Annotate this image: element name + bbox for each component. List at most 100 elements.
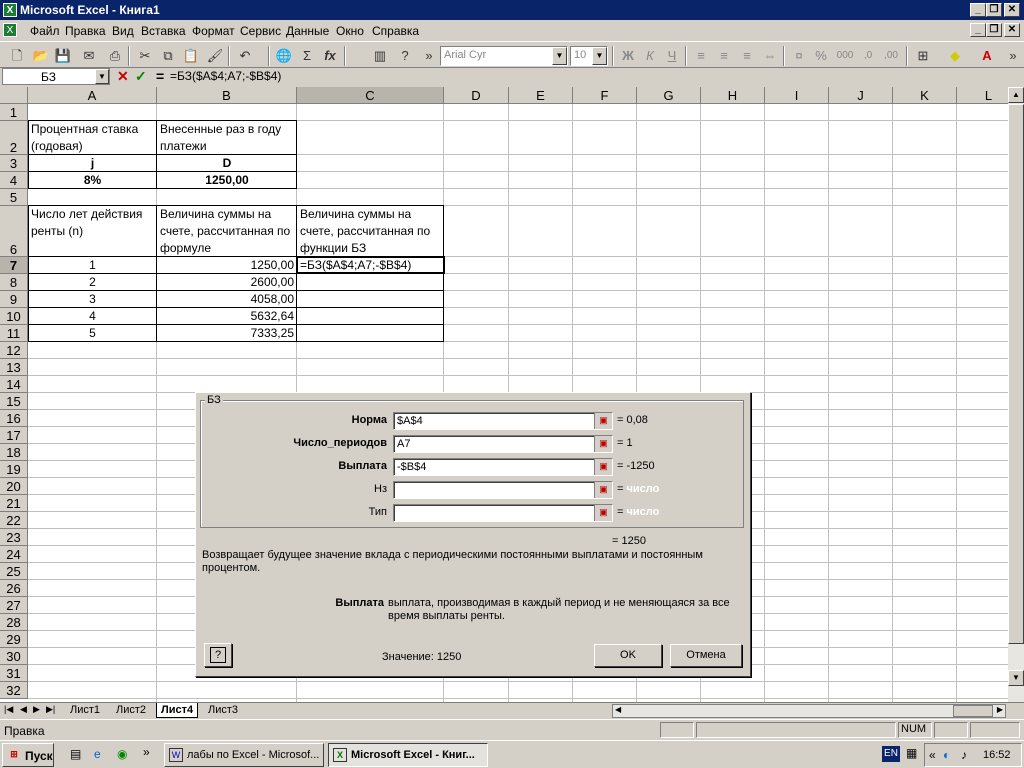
start-button[interactable]: ⊞ Пуск xyxy=(2,743,54,767)
align-center-icon[interactable]: ≡ xyxy=(713,45,735,67)
collapse-dialog-icon[interactable]: ▣ xyxy=(594,413,612,429)
collapse-dialog-icon[interactable]: ▣ xyxy=(594,459,612,475)
cut-icon[interactable]: ✂ xyxy=(134,45,156,67)
scroll-left-icon[interactable]: ◀ xyxy=(615,705,621,714)
restore-button[interactable]: ❐ xyxy=(986,3,1002,17)
network-icon[interactable]: ◐ xyxy=(943,748,950,762)
help-button[interactable]: ? xyxy=(204,643,232,667)
cell-b8[interactable]: 2600,00 xyxy=(158,274,296,290)
row-header[interactable]: 28 xyxy=(0,614,28,631)
row-header[interactable]: 5 xyxy=(0,189,28,206)
sheet-tab[interactable]: Лист2 xyxy=(112,703,150,717)
toolbar-overflow-icon[interactable]: » xyxy=(418,45,440,67)
scroll-down-icon[interactable]: ▼ xyxy=(1008,670,1024,686)
cell-a3[interactable]: j xyxy=(29,155,156,171)
edit-formula-equals[interactable]: = xyxy=(156,68,164,84)
new-icon[interactable]: 🗋 xyxy=(6,45,28,67)
row-header[interactable]: 31 xyxy=(0,665,28,682)
scroll-right-icon[interactable]: ▶ xyxy=(997,705,1003,714)
excel-app-icon[interactable]: X xyxy=(3,3,17,17)
cancel-button[interactable]: Отмена xyxy=(670,644,742,667)
cell-b2[interactable]: Внесенные раз в году платежи xyxy=(158,121,296,154)
align-left-icon[interactable]: ≡ xyxy=(690,45,712,67)
cell-a6[interactable]: Число лет действия ренты (n) xyxy=(29,206,156,256)
row-header[interactable]: 6 xyxy=(0,206,28,257)
borders-icon[interactable]: ⊞ xyxy=(912,45,934,67)
sheet-tab[interactable]: Лист1 xyxy=(66,703,104,717)
menu-view[interactable]: Вид xyxy=(112,24,134,38)
cell-a7[interactable]: 1 xyxy=(29,257,156,273)
percent-icon[interactable]: % xyxy=(810,45,832,67)
column-header[interactable]: K xyxy=(893,87,957,104)
autosum-icon[interactable]: Σ xyxy=(296,45,318,67)
menu-tools[interactable]: Сервис xyxy=(240,24,281,38)
horizontal-scrollbar[interactable]: ◀ ▶ xyxy=(612,704,1006,718)
open-icon[interactable]: 📂 xyxy=(30,45,52,67)
row-header[interactable]: 16 xyxy=(0,410,28,427)
row-header[interactable]: 32 xyxy=(0,682,28,699)
bold-icon[interactable]: Ж xyxy=(617,45,639,67)
copy-icon[interactable]: ⧉ xyxy=(157,45,179,67)
cell-b4[interactable]: 1250,00 xyxy=(158,172,296,188)
toolbar-overflow-icon[interactable]: » xyxy=(1002,45,1024,67)
help-icon[interactable]: ? xyxy=(394,45,416,67)
row-header[interactable]: 27 xyxy=(0,597,28,614)
menu-data[interactable]: Данные xyxy=(286,24,329,38)
desktop-icon[interactable]: ▤ xyxy=(70,747,81,761)
decrease-decimal-icon[interactable]: ,00 xyxy=(880,45,902,67)
column-header[interactable]: E xyxy=(509,87,573,104)
chevron-down-icon[interactable]: ▼ xyxy=(592,47,607,65)
row-header[interactable]: 8 xyxy=(0,274,28,291)
chart-wizard-icon[interactable]: ▥ xyxy=(369,45,391,67)
column-header[interactable]: B xyxy=(157,87,297,104)
arg-input-rate[interactable]: $A$4 ▣ xyxy=(393,412,613,430)
row-header[interactable]: 3 xyxy=(0,155,28,172)
email-icon[interactable]: ✉ xyxy=(78,45,100,67)
column-header[interactable]: C xyxy=(297,87,444,104)
format-painter-icon[interactable]: 🖌 xyxy=(204,45,226,67)
row-header[interactable]: 9 xyxy=(0,291,28,308)
print-icon[interactable]: ⎙ xyxy=(104,45,126,67)
close-button[interactable]: ✕ xyxy=(1004,3,1020,17)
row-header[interactable]: 10 xyxy=(0,308,28,325)
cell-b7[interactable]: 1250,00 xyxy=(158,257,296,273)
row-header[interactable]: 11 xyxy=(0,325,28,342)
column-header[interactable]: A xyxy=(28,87,157,104)
italic-icon[interactable]: К xyxy=(639,45,661,67)
collapse-dialog-icon[interactable]: ▣ xyxy=(594,436,612,452)
cell-a4[interactable]: 8% xyxy=(29,172,156,188)
save-icon[interactable]: 💾 xyxy=(52,45,74,67)
menu-insert[interactable]: Вставка xyxy=(141,24,186,38)
chevron-down-icon[interactable]: ▼ xyxy=(552,47,567,65)
arg-input-nper[interactable]: A7 ▣ xyxy=(393,435,613,453)
menu-help[interactable]: Справка xyxy=(372,24,419,38)
fill-color-icon[interactable]: ◆ xyxy=(944,45,966,67)
arg-input-pv[interactable]: ▣ xyxy=(393,481,613,499)
row-header[interactable]: 30 xyxy=(0,648,28,665)
select-all-corner[interactable] xyxy=(0,87,28,104)
doc-restore-button[interactable]: ❐ xyxy=(986,23,1002,37)
row-header[interactable]: 1 xyxy=(0,104,28,121)
row-header[interactable]: 21 xyxy=(0,495,28,512)
first-sheet-icon[interactable]: |◀ xyxy=(4,704,13,715)
row-header[interactable]: 7 xyxy=(0,257,28,274)
cell-b3[interactable]: D xyxy=(158,155,296,171)
column-header[interactable]: F xyxy=(573,87,637,104)
task-excel[interactable]: X Microsoft Excel - Книг... xyxy=(328,743,488,767)
row-header[interactable]: 22 xyxy=(0,512,28,529)
thousands-icon[interactable]: 000 xyxy=(834,45,856,67)
currency-icon[interactable]: ¤ xyxy=(788,45,810,67)
minimize-button[interactable]: _ xyxy=(970,3,986,17)
row-header[interactable]: 18 xyxy=(0,444,28,461)
undo-icon[interactable]: ↶ xyxy=(234,45,256,67)
arg-input-pmt[interactable]: -$B$4 ▣ xyxy=(393,458,613,476)
formula-text[interactable]: =БЗ($A$4;A7;-$B$4) xyxy=(170,69,281,83)
row-header[interactable]: 20 xyxy=(0,478,28,495)
row-header[interactable]: 24 xyxy=(0,546,28,563)
scroll-up-icon[interactable]: ▲ xyxy=(1008,87,1024,103)
column-header[interactable]: D xyxy=(444,87,509,104)
excel-doc-icon[interactable]: X xyxy=(3,23,17,37)
column-header[interactable]: H xyxy=(701,87,765,104)
font-color-icon[interactable]: A xyxy=(976,45,998,67)
row-header[interactable]: 25 xyxy=(0,563,28,580)
